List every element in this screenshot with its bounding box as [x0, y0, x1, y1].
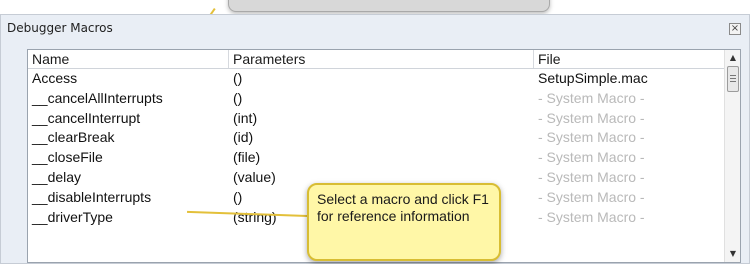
scrollbar-thumb[interactable] — [727, 66, 739, 92]
macro-file: - System Macro - — [538, 109, 645, 126]
macro-name: Access — [32, 70, 78, 86]
macro-name: __cancelInterrupt — [32, 109, 141, 126]
macro-file: - System Macro - — [538, 188, 645, 205]
table-row[interactable]: __closeFile (file) - System Macro - — [28, 148, 726, 168]
macro-file: - System Macro - — [538, 149, 645, 166]
macro-name: __delay — [32, 168, 82, 185]
panel-title: Debugger Macros — [7, 21, 113, 35]
table-row[interactable]: Access () SetupSimple.mac — [28, 69, 726, 89]
table-header: Name Parameters File — [28, 50, 726, 69]
macro-file: SetupSimple.mac — [538, 70, 648, 86]
macro-parameters: (id) — [233, 129, 254, 146]
vertical-scrollbar[interactable]: ▲ ▼ — [724, 50, 740, 262]
macro-name: __cancelAllInterrupts — [32, 89, 163, 106]
macro-name: __closeFile — [32, 149, 103, 166]
table-row[interactable]: __cancelAllInterrupts () - System Macro … — [28, 89, 726, 109]
close-icon[interactable]: × — [729, 23, 741, 35]
column-header-name[interactable]: Name — [28, 50, 229, 68]
macro-parameters: () — [233, 188, 243, 205]
chevron-down-icon[interactable]: ▼ — [725, 246, 741, 262]
macro-name: __disableInterrupts — [32, 188, 152, 205]
macro-parameters: (string) — [233, 208, 277, 225]
column-header-file[interactable]: File — [534, 50, 726, 68]
macro-file: - System Macro - — [538, 168, 645, 185]
macro-file: - System Macro - — [538, 89, 645, 106]
macro-parameters: () — [233, 89, 243, 106]
macro-parameters: (value) — [233, 168, 276, 185]
callout-tooltip — [228, 0, 550, 12]
macro-parameters: (file) — [233, 149, 261, 166]
macro-parameters: (int) — [233, 109, 258, 126]
macro-name: __clearBreak — [32, 129, 115, 146]
table-row[interactable]: __clearBreak (id) - System Macro - — [28, 128, 726, 148]
macro-parameters: () — [233, 70, 243, 86]
column-header-parameters[interactable]: Parameters — [229, 50, 534, 68]
macro-file: - System Macro - — [538, 129, 645, 146]
chevron-up-icon[interactable]: ▲ — [725, 50, 741, 66]
debugger-macros-panel: Debugger Macros × Name Parameters File A… — [0, 14, 750, 264]
macro-name: __driverType — [32, 208, 113, 225]
table-row[interactable]: __cancelInterrupt (int) - System Macro - — [28, 109, 726, 129]
help-note: Select a macro and click F1 for referenc… — [307, 183, 501, 261]
macro-file: - System Macro - — [538, 208, 645, 225]
